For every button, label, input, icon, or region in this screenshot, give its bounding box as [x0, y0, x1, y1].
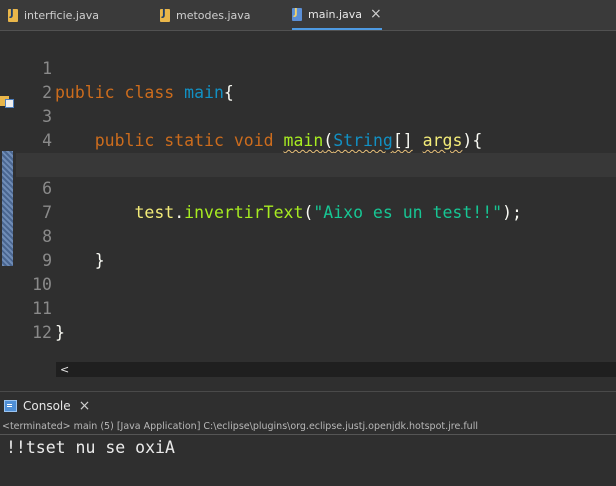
code-line: 5 [16, 129, 616, 174]
override-marker-icon[interactable] [0, 94, 14, 108]
tab-label: main.java [308, 7, 363, 21]
console-status: <terminated> main (5) [Java Application]… [0, 419, 616, 435]
close-icon[interactable]: × [79, 399, 91, 413]
editor-ruler [0, 31, 16, 363]
tab-console[interactable]: Console × [4, 392, 90, 420]
code-line: 1 public class main{ [16, 33, 616, 102]
line-number: 12 [32, 323, 52, 342]
code-editor[interactable]: 1 public class main{ 2 3 public static v… [0, 31, 616, 363]
console-tab-label: Console [23, 399, 71, 413]
java-file-icon [8, 8, 18, 22]
tab-main-java[interactable]: main.java × [292, 0, 382, 30]
tab-metodes-java[interactable]: metodes.java [160, 0, 251, 30]
console-icon [4, 400, 17, 412]
tab-interficie-java[interactable]: interficie.java [8, 0, 99, 30]
editor-tab-bar: interficie.java metodes.java main.java × [0, 0, 616, 31]
code-line: 4 metodes test = new metodes(); [16, 105, 616, 174]
close-icon[interactable]: × [370, 7, 382, 21]
code-line: 7 [16, 177, 616, 222]
code-line: 10 [16, 249, 616, 294]
horizontal-scrollbar[interactable]: < [56, 362, 616, 377]
code-line: 12 [16, 297, 616, 342]
java-file-icon [292, 7, 302, 21]
code-line: 8 } [16, 201, 616, 270]
console-output-line: !!tset nu se oxiA [6, 438, 175, 457]
code-line: 3 public static void main(String[] args)… [16, 81, 616, 150]
tab-label: metodes.java [176, 8, 251, 22]
change-indicator [2, 151, 13, 266]
java-file-icon [160, 8, 170, 22]
console-header: Console × [0, 391, 616, 420]
current-code-line: 6 test.invertirText("Aixo es un test!!")… [16, 153, 616, 222]
console-output[interactable]: !!tset nu se oxiA [0, 436, 616, 486]
code-line: 2 [16, 57, 616, 102]
scroll-left-icon[interactable]: < [60, 362, 69, 377]
tab-label: interficie.java [24, 8, 99, 22]
code-line: 9 [16, 225, 616, 270]
code-line: 11 } [16, 273, 616, 342]
